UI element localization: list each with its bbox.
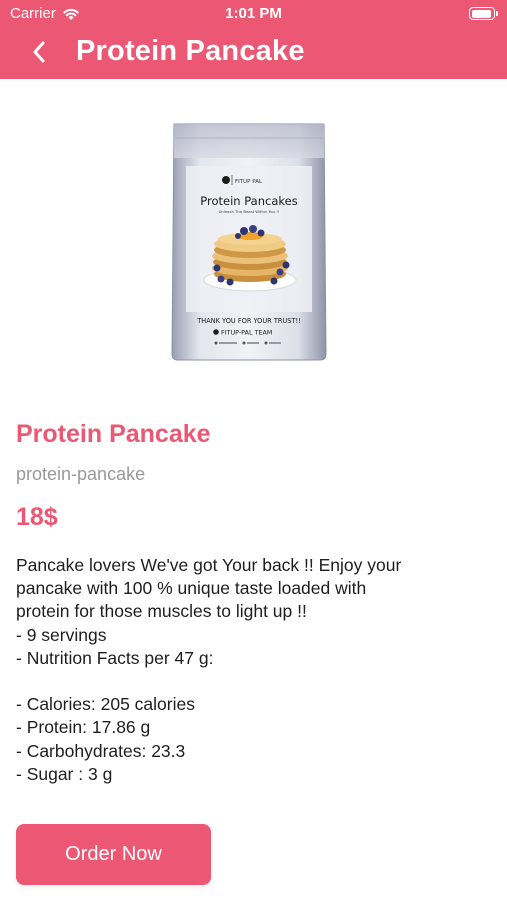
order-now-label: Order Now <box>65 843 162 865</box>
product-image: FITUP PAL Protein Pancakes Unleash The B… <box>168 118 330 366</box>
nav-bar: Protein Pancake <box>0 28 507 79</box>
status-time: 1:01 PM <box>225 5 282 22</box>
package-footer-line: THANK YOU FOR YOUR TRUST!! <box>196 317 301 325</box>
status-bar: Carrier 1:01 PM <box>0 0 507 28</box>
product-slug: protein-pancake <box>16 464 146 484</box>
description-line: - Sugar : 3 g <box>16 763 113 784</box>
battery-icon <box>469 7 498 20</box>
back-button[interactable] <box>24 37 54 67</box>
package-heading: Protein Pancakes <box>200 194 297 208</box>
description-line: - Calories: 205 calories <box>16 694 195 715</box>
description-line: - Nutrition Facts per 47 g: <box>16 647 214 668</box>
package-brand: FITUP PAL <box>235 179 263 185</box>
description-line: - Carbohydrates: 23.3 <box>16 740 186 761</box>
product-price: 18$ <box>16 503 58 531</box>
description-line: - Protein: 17.86 g <box>16 717 151 738</box>
product-title: Protein Pancake <box>16 420 211 448</box>
package-team: FITUP-PAL TEAM <box>221 329 272 337</box>
description-line: pancake with 100 % unique taste loaded w… <box>16 578 367 599</box>
description-line: - 9 servings <box>16 624 107 645</box>
battery-level <box>471 9 491 18</box>
description-line <box>16 670 486 693</box>
product-package-illustration: FITUP PAL Protein Pancakes Unleash The B… <box>171 123 327 361</box>
chevron-left-icon <box>33 41 45 63</box>
page-title: Protein Pancake <box>76 35 305 67</box>
order-now-button[interactable]: Order Now <box>16 824 211 885</box>
description-line: protein for those muscles to light up !! <box>16 601 307 622</box>
product-description: Pancake lovers We've got Your back !! En… <box>16 554 486 786</box>
package-tagline: Unleash The Beast Within You !! <box>219 209 280 214</box>
description-line: Pancake lovers We've got Your back !! En… <box>16 555 402 575</box>
